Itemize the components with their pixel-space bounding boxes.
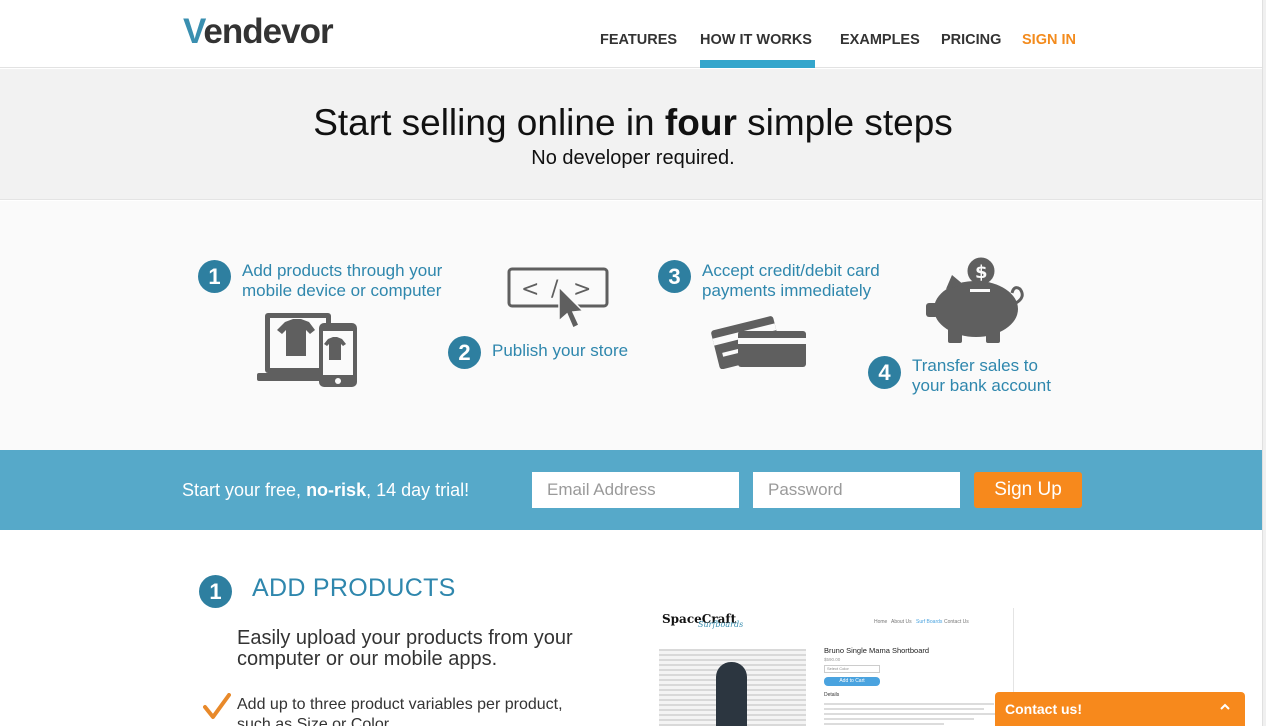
preview-nav-about: About Us: [891, 619, 912, 625]
sign-up-button[interactable]: Sign Up: [974, 472, 1082, 508]
hero-subtitle: No developer required.: [531, 147, 735, 169]
store-preview: SpaceCraft Surfboards Home About Us Surf…: [656, 608, 1014, 726]
code-cursor-icon: < / >: [507, 267, 609, 330]
section-step-number: 1: [199, 575, 232, 608]
email-field[interactable]: [532, 472, 739, 508]
page: Vendevor FEATURES HOW IT WORKS EXAMPLES …: [0, 0, 1266, 726]
preview-price: $590.00: [824, 657, 841, 662]
hero-title: Start selling online in four simple step…: [313, 102, 953, 143]
contact-us-label: Contact us!: [1005, 701, 1082, 717]
step-2-number: 2: [448, 336, 481, 369]
preview-details-label: Details: [824, 692, 840, 698]
preview-select: Select Color: [824, 665, 880, 673]
section-lead: Easily upload your products from your co…: [237, 627, 573, 670]
password-field[interactable]: [753, 472, 960, 508]
section-title: ADD PRODUCTS: [252, 574, 456, 602]
credit-cards-icon: [711, 316, 806, 369]
preview-logo-sub: Surfboards: [698, 620, 744, 629]
nav-active-indicator: [700, 60, 815, 68]
feature-bullet: Add up to three product variables per pr…: [237, 696, 563, 726]
trial-text: Start your free, no-risk, 14 day trial!: [182, 480, 470, 500]
site-header: Vendevor FEATURES HOW IT WORKS EXAMPLES …: [0, 0, 1266, 68]
svg-text:>: >: [573, 277, 591, 302]
svg-text:<: <: [521, 277, 539, 302]
nav-pricing[interactable]: PRICING: [941, 32, 1001, 48]
step-4-number: 4: [868, 356, 901, 389]
preview-nav-contact: Contact Us: [944, 619, 969, 625]
checkmark-icon: [203, 693, 231, 719]
preview-surfboard: [716, 662, 747, 726]
signup-band: Start your free, no-risk, 14 day trial! …: [0, 450, 1266, 530]
devices-icon: [257, 313, 357, 387]
step-2-text: Publish your store: [492, 341, 629, 360]
chevron-up-icon: [1220, 703, 1230, 710]
vendevor-logo[interactable]: Vendevor: [183, 12, 334, 52]
nav-examples[interactable]: EXAMPLES: [840, 32, 920, 48]
steps-section: 1 Add products through your mobile devic…: [0, 201, 1266, 450]
scrollbar[interactable]: [1262, 0, 1266, 726]
contact-us-tab[interactable]: Contact us!: [995, 692, 1245, 726]
preview-nav-boards: Surf Boards: [916, 619, 943, 625]
step-1-number: 1: [198, 260, 231, 293]
svg-text:$: $: [975, 262, 988, 283]
step-4-text: Transfer sales to your bank account: [912, 356, 1051, 395]
preview-add-to-cart: Add to Cart: [824, 677, 880, 686]
nav-features[interactable]: FEATURES: [600, 32, 677, 48]
nav-how-it-works[interactable]: HOW IT WORKS: [700, 32, 812, 48]
preview-description-lines: [824, 703, 1004, 726]
step-3-number: 3: [658, 260, 691, 293]
preview-product-title: Bruno Single Mama Shortboard: [824, 646, 930, 655]
nav-sign-in[interactable]: SIGN IN: [1022, 32, 1076, 48]
hero-section: Start selling online in four simple step…: [0, 69, 1266, 200]
piggy-bank-icon: $: [926, 254, 1024, 343]
preview-nav-home: Home: [874, 619, 888, 625]
svg-text:/: /: [551, 277, 559, 302]
step-3-text: Accept credit/debit card payments immedi…: [702, 261, 880, 300]
step-1-text: Add products through your mobile device …: [242, 261, 443, 300]
